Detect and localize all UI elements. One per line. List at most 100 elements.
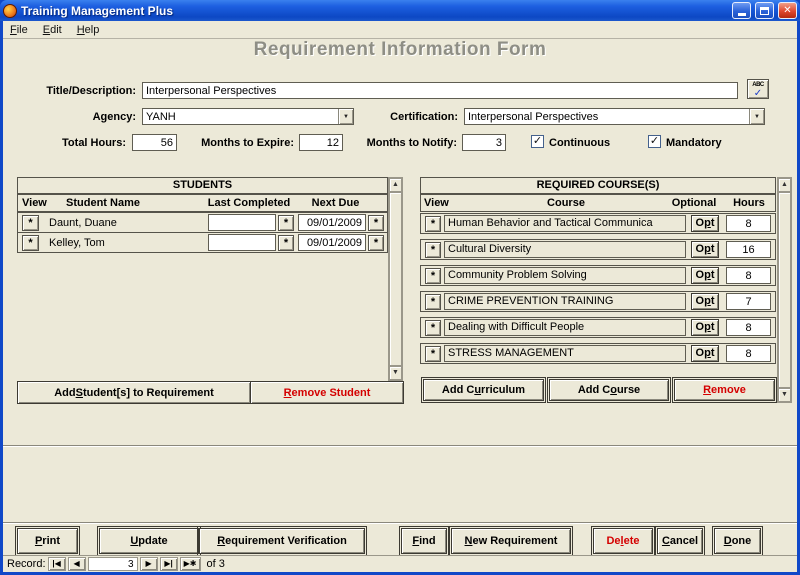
course-name-field[interactable]: CRIME PREVENTION TRAINING — [444, 293, 686, 310]
course-hours-input[interactable] — [726, 319, 771, 336]
update-button[interactable]: Update — [99, 528, 199, 554]
course-name-field[interactable]: STRESS MANAGEMENT — [444, 345, 686, 362]
maximize-button[interactable] — [755, 2, 774, 19]
next-record-button[interactable]: ▶ — [140, 557, 158, 571]
print-button[interactable]: Print — [17, 528, 78, 554]
student-view-button[interactable]: * — [22, 235, 39, 251]
course-name-field[interactable]: Cultural Diversity — [444, 241, 686, 258]
courses-scrollbar-thumb[interactable] — [778, 192, 791, 388]
title-description-label: Title/Description: — [23, 85, 136, 97]
spell-check-icon: ✓ — [748, 89, 768, 98]
remove-student-button[interactable]: Remove Student — [250, 381, 404, 404]
remove-course-button[interactable]: Remove — [674, 379, 775, 401]
student-view-button[interactable]: * — [22, 215, 39, 231]
student-last-completed-input[interactable] — [208, 234, 276, 251]
course-opt-button[interactable]: Opt — [691, 215, 719, 232]
students-scrollbar[interactable]: ▲ ▼ — [388, 177, 403, 381]
students-col-view: View — [22, 197, 47, 209]
course-opt-button[interactable]: Opt — [691, 241, 719, 258]
courses-scrollbar[interactable]: ▲ ▼ — [777, 177, 792, 403]
record-count-label: of 3 — [207, 558, 225, 570]
new-requirement-button[interactable]: New Requirement — [451, 528, 571, 554]
student-next-due-button[interactable]: * — [368, 215, 384, 231]
student-next-due-input[interactable] — [298, 234, 366, 251]
delete-button[interactable]: Delete — [593, 528, 653, 554]
course-view-button[interactable]: * — [425, 268, 441, 284]
course-view-button[interactable]: * — [425, 216, 441, 232]
first-record-button[interactable]: |◀ — [48, 557, 66, 571]
mandatory-checkbox[interactable]: ✓ — [648, 135, 661, 148]
months-to-expire-input[interactable] — [299, 134, 343, 151]
spell-check-button[interactable]: ABC ✓ — [747, 79, 769, 99]
students-col-name: Student Name — [48, 197, 158, 209]
months-to-notify-input[interactable] — [462, 134, 506, 151]
maximize-icon — [760, 7, 769, 15]
course-view-button[interactable]: * — [425, 242, 441, 258]
last-record-button[interactable]: ▶| — [160, 557, 178, 571]
scroll-down-icon[interactable]: ▼ — [778, 388, 791, 402]
divider — [3, 445, 797, 447]
add-course-button[interactable]: Add Course — [549, 379, 669, 401]
agency-combobox[interactable]: YANH ▼ — [142, 108, 354, 125]
course-opt-button[interactable]: Opt — [691, 345, 719, 362]
course-name-field[interactable]: Community Problem Solving — [444, 267, 686, 284]
course-hours-input[interactable] — [726, 345, 771, 362]
done-button[interactable]: Done — [714, 528, 761, 554]
course-hours-input[interactable] — [726, 241, 771, 258]
menu-edit[interactable]: Edit — [43, 24, 62, 36]
course-row: * Cultural Diversity Opt — [420, 239, 776, 260]
agency-dropdown-icon[interactable]: ▼ — [338, 109, 353, 124]
course-hours-input[interactable] — [726, 267, 771, 284]
course-hours-input[interactable] — [726, 293, 771, 310]
new-record-button[interactable]: ▶✱ — [180, 557, 201, 571]
app-window: Training Management Plus ✕ File Edit Hel… — [0, 0, 800, 575]
divider — [3, 522, 797, 524]
course-name-field[interactable]: Dealing with Difficult People — [444, 319, 686, 336]
minimize-icon — [738, 13, 746, 16]
previous-record-button[interactable]: ◀ — [68, 557, 86, 571]
requirement-verification-button[interactable]: Requirement Verification — [199, 528, 365, 554]
student-last-completed-button[interactable]: * — [278, 215, 294, 231]
students-scrollbar-thumb[interactable] — [389, 192, 402, 366]
courses-col-hours: Hours — [723, 197, 775, 209]
course-name-field[interactable]: Human Behavior and Tactical Communica — [444, 215, 686, 232]
menu-file[interactable]: File — [10, 24, 28, 36]
scroll-down-icon[interactable]: ▼ — [389, 366, 402, 380]
cancel-button[interactable]: Cancel — [657, 528, 703, 554]
title-description-input[interactable] — [142, 82, 738, 99]
months-to-expire-label: Months to Expire: — [194, 137, 294, 149]
add-students-button[interactable]: Add Student[s] to Requirement — [17, 381, 251, 404]
continuous-checkbox[interactable]: ✓ — [531, 135, 544, 148]
student-last-completed-button[interactable]: * — [278, 235, 294, 251]
student-name: Daunt, Duane — [49, 217, 117, 229]
months-to-notify-label: Months to Notify: — [357, 137, 457, 149]
course-view-button[interactable]: * — [425, 294, 441, 310]
course-hours-input[interactable] — [726, 215, 771, 232]
courses-col-optional: Optional — [661, 197, 727, 209]
certification-value: Interpersonal Perspectives — [468, 111, 749, 123]
window-title: Training Management Plus — [21, 4, 728, 18]
scroll-up-icon[interactable]: ▲ — [778, 178, 791, 192]
agency-label: Agency: — [56, 111, 136, 123]
add-curriculum-button[interactable]: Add Curriculum — [423, 379, 544, 401]
record-label: Record: — [7, 558, 46, 570]
scroll-up-icon[interactable]: ▲ — [389, 178, 402, 192]
course-opt-button[interactable]: Opt — [691, 293, 719, 310]
course-view-button[interactable]: * — [425, 346, 441, 362]
student-last-completed-input[interactable] — [208, 214, 276, 231]
close-button[interactable]: ✕ — [778, 2, 797, 19]
certification-combobox[interactable]: Interpersonal Perspectives ▼ — [464, 108, 765, 125]
student-next-due-input[interactable] — [298, 214, 366, 231]
menu-help[interactable]: Help — [77, 24, 100, 36]
course-opt-button[interactable]: Opt — [691, 267, 719, 284]
find-button[interactable]: Find — [401, 528, 447, 554]
student-next-due-button[interactable]: * — [368, 235, 384, 251]
certification-dropdown-icon[interactable]: ▼ — [749, 109, 764, 124]
close-icon: ✕ — [783, 5, 791, 16]
total-hours-input[interactable] — [132, 134, 177, 151]
course-opt-button[interactable]: Opt — [691, 319, 719, 336]
minimize-button[interactable] — [732, 2, 751, 19]
current-record-input[interactable] — [88, 557, 138, 571]
courses-col-course: Course — [511, 197, 621, 209]
course-view-button[interactable]: * — [425, 320, 441, 336]
